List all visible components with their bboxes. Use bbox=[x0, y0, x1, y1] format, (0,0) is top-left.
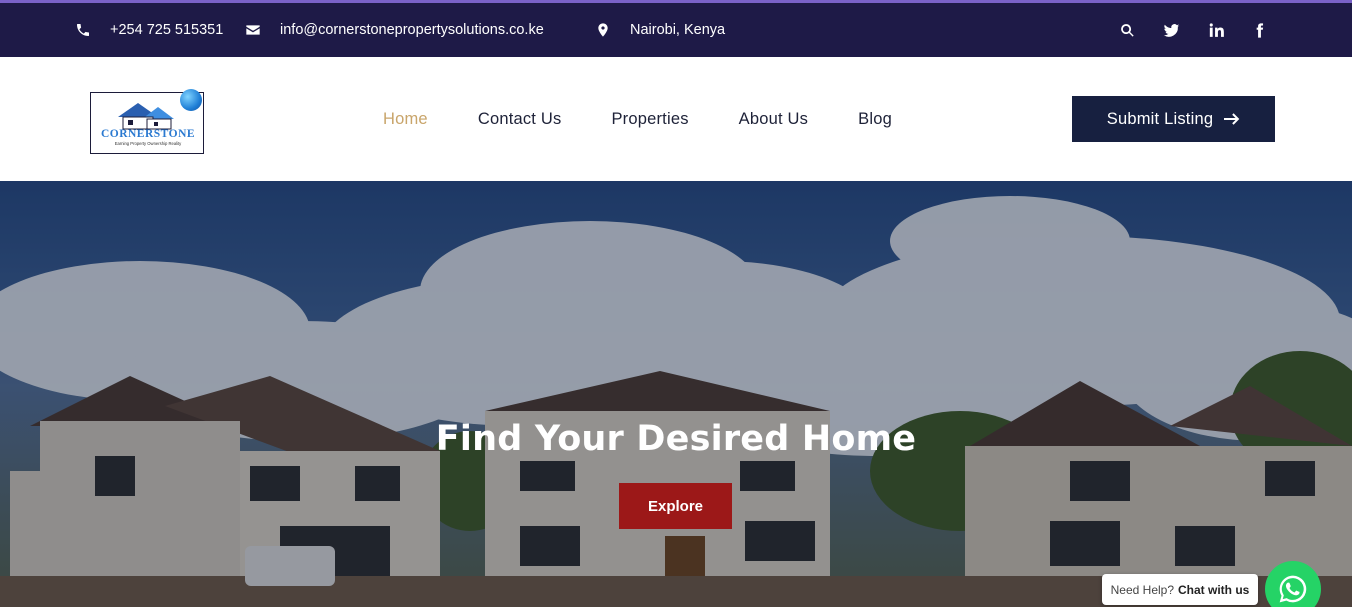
top-bar: +254 725 515351 info@cornerstoneproperty… bbox=[0, 0, 1352, 57]
location-info: Nairobi, Kenya bbox=[595, 3, 725, 57]
logo-house-icon bbox=[118, 103, 174, 130]
hero-banner: Find Your Desired Home Explore bbox=[0, 181, 1352, 607]
explore-button[interactable]: Explore bbox=[619, 483, 732, 529]
nav-item-contact-us[interactable]: Contact Us bbox=[478, 110, 562, 129]
linkedin-icon[interactable] bbox=[1206, 21, 1224, 39]
location-text: Nairobi, Kenya bbox=[630, 22, 726, 38]
hero-title: Find Your Desired Home bbox=[435, 419, 917, 459]
social-links bbox=[1118, 3, 1268, 57]
submit-listing-button[interactable]: Submit Listing bbox=[1072, 96, 1275, 142]
whatsapp-icon bbox=[1279, 575, 1307, 603]
chat-help-bubble[interactable]: Need Help? Chat with us bbox=[1102, 574, 1258, 605]
submit-listing-label: Submit Listing bbox=[1106, 109, 1214, 128]
nav-item-about-us[interactable]: About Us bbox=[739, 110, 808, 129]
nav-item-blog[interactable]: Blog bbox=[858, 110, 892, 129]
logo-globe-icon bbox=[180, 89, 202, 111]
email-contact[interactable]: info@cornerstonepropertysolutions.co.ke bbox=[245, 3, 544, 57]
phone-icon bbox=[77, 24, 89, 36]
phone-contact[interactable]: +254 725 515351 bbox=[75, 3, 223, 57]
chat-prompt-text: Need Help? bbox=[1110, 582, 1175, 597]
hero-overlay bbox=[0, 181, 1352, 607]
search-icon[interactable] bbox=[1118, 21, 1136, 39]
cornerstone-logo[interactable]: CORNERSTONE Earning Property Ownership R… bbox=[90, 89, 206, 154]
main-nav: Home Contact Us Properties About Us Blog bbox=[383, 57, 942, 181]
envelope-icon bbox=[246, 25, 260, 35]
chat-action-text: Chat with us bbox=[1178, 582, 1250, 597]
nav-item-properties[interactable]: Properties bbox=[611, 110, 688, 129]
twitter-icon[interactable] bbox=[1162, 21, 1180, 39]
logo-tagline: Earning Property Ownership Reality bbox=[114, 141, 182, 146]
phone-number: +254 725 515351 bbox=[110, 22, 224, 38]
map-marker-icon bbox=[598, 23, 608, 37]
nav-item-home[interactable]: Home bbox=[383, 110, 428, 129]
logo-wordmark: CORNERSTONE bbox=[100, 128, 196, 140]
arrow-right-icon bbox=[1224, 113, 1240, 125]
facebook-icon[interactable] bbox=[1250, 21, 1268, 39]
email-address: info@cornerstonepropertysolutions.co.ke bbox=[280, 22, 544, 38]
site-header: CORNERSTONE Earning Property Ownership R… bbox=[0, 57, 1352, 181]
